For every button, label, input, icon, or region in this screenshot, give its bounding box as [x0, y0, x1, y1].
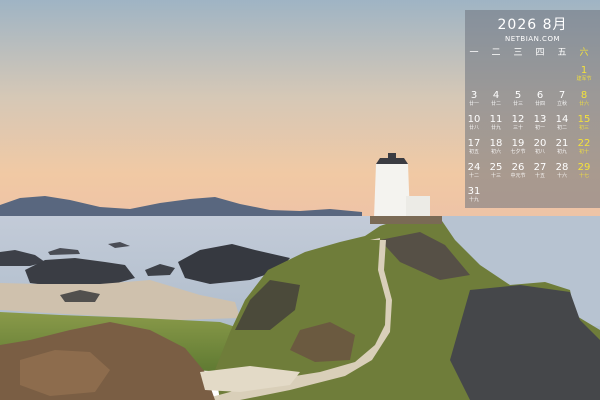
calendar-day: 26 中元节	[510, 162, 526, 179]
calendar-day: 4 廿二	[490, 90, 501, 107]
calendar-day: 21 初九	[555, 138, 569, 155]
calendar-day: 29 十七	[577, 162, 591, 179]
calendar-day: 27 十五	[533, 162, 547, 179]
calendar-day: 8 廿六	[578, 90, 589, 107]
calendar-day: 11 廿九	[489, 114, 503, 131]
calendar-day: 25 十三	[489, 162, 503, 179]
calendar-title: 2026 8月	[497, 17, 568, 33]
calendar-day: 12 三十	[511, 114, 525, 131]
weekday-label: 三	[513, 48, 523, 58]
calendar-day: 18 初六	[489, 138, 503, 155]
calendar-day: 15 初三	[577, 114, 591, 131]
calendar-day: 31 十九	[467, 186, 481, 203]
calendar-day: 17 初五	[467, 138, 481, 155]
calendar-site-label: NETBIAN.COM	[505, 35, 560, 43]
calendar-day: 13 初一	[533, 114, 547, 131]
calendar-day: 14 初二	[555, 114, 569, 131]
weekday-label: 一	[469, 48, 479, 58]
calendar-day: 28 十六	[555, 162, 569, 179]
calendar-day: 22 初十	[577, 138, 591, 155]
calendar-day: 20 初八	[533, 138, 547, 155]
calendar-day: 1 建军节	[576, 65, 592, 82]
calendar-day: 5 廿三	[512, 90, 523, 107]
calendar-day: 6 廿四	[534, 90, 545, 107]
weekday-label: 四	[535, 48, 545, 58]
weekday-label: 二	[491, 48, 501, 58]
calendar-day: 7 立秋	[556, 90, 567, 107]
calendar-day: 24 十二	[467, 162, 481, 179]
calendar-day: 3 廿一	[468, 90, 479, 107]
calendar-day: 10 廿八	[467, 114, 481, 131]
calendar-day: 19 七夕节	[510, 138, 526, 155]
weekday-label: 五	[557, 48, 567, 58]
calendar-overlay: 2026 8月 NETBIAN.COM 一 二 三 四 五 六 1 建军节 3 廿一…	[465, 10, 600, 208]
weekday-label: 六	[579, 48, 589, 58]
